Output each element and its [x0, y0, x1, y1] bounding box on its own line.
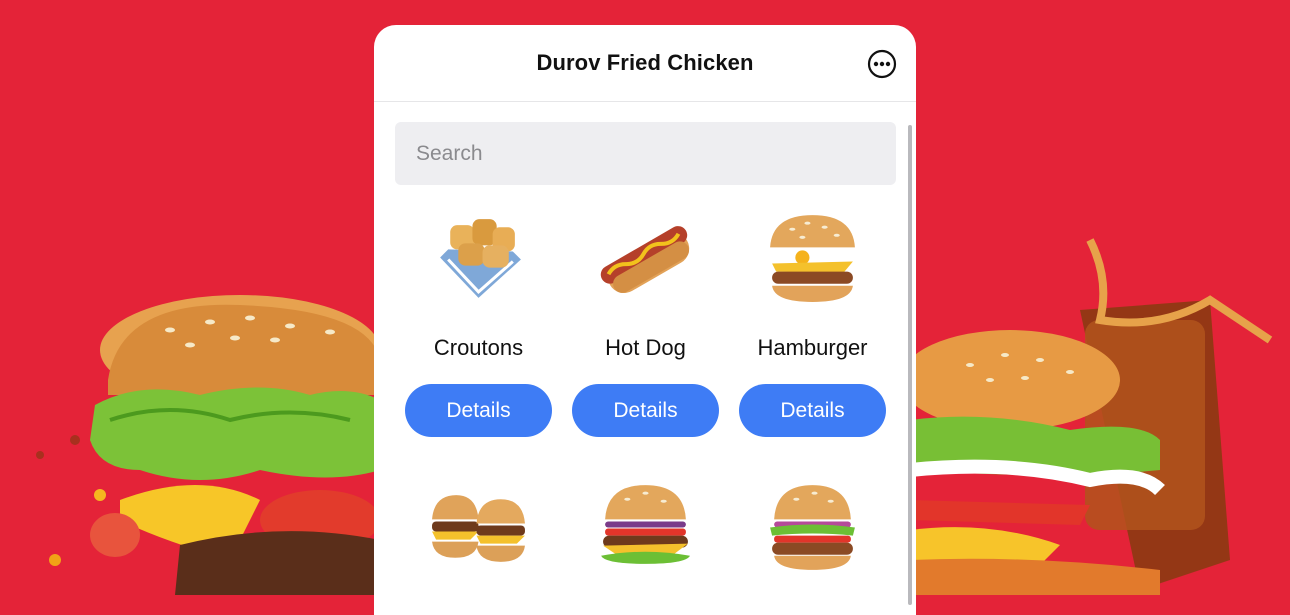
details-button[interactable]: Details: [405, 384, 552, 437]
background-burger-left-image: [36, 295, 380, 595]
background-burger-cola-right-image: [910, 238, 1273, 595]
hot-dog-icon: [600, 226, 690, 294]
double-cheeseburger-icon: [432, 495, 525, 562]
item-name: Croutons: [433, 335, 524, 360]
details-button[interactable]: Details: [739, 384, 886, 437]
item-name: Hot Dog: [605, 335, 686, 360]
veggie-burger-icon: [770, 485, 855, 570]
app-header: Durov Fried Chicken: [374, 25, 916, 102]
scrollbar[interactable]: [908, 125, 912, 605]
search-input[interactable]: [395, 122, 896, 185]
croutons-basket-icon: [440, 219, 521, 298]
more-options-icon[interactable]: [867, 49, 897, 79]
item-name: Hamburger: [757, 335, 868, 360]
app-title: Durov Fried Chicken: [536, 50, 754, 75]
mini-app-window: Durov Fried Chicken Croutons Details: [374, 25, 916, 615]
cheeseburger-icon: [601, 485, 690, 564]
details-button[interactable]: Details: [572, 384, 719, 437]
hamburger-egg-icon: [770, 215, 855, 302]
